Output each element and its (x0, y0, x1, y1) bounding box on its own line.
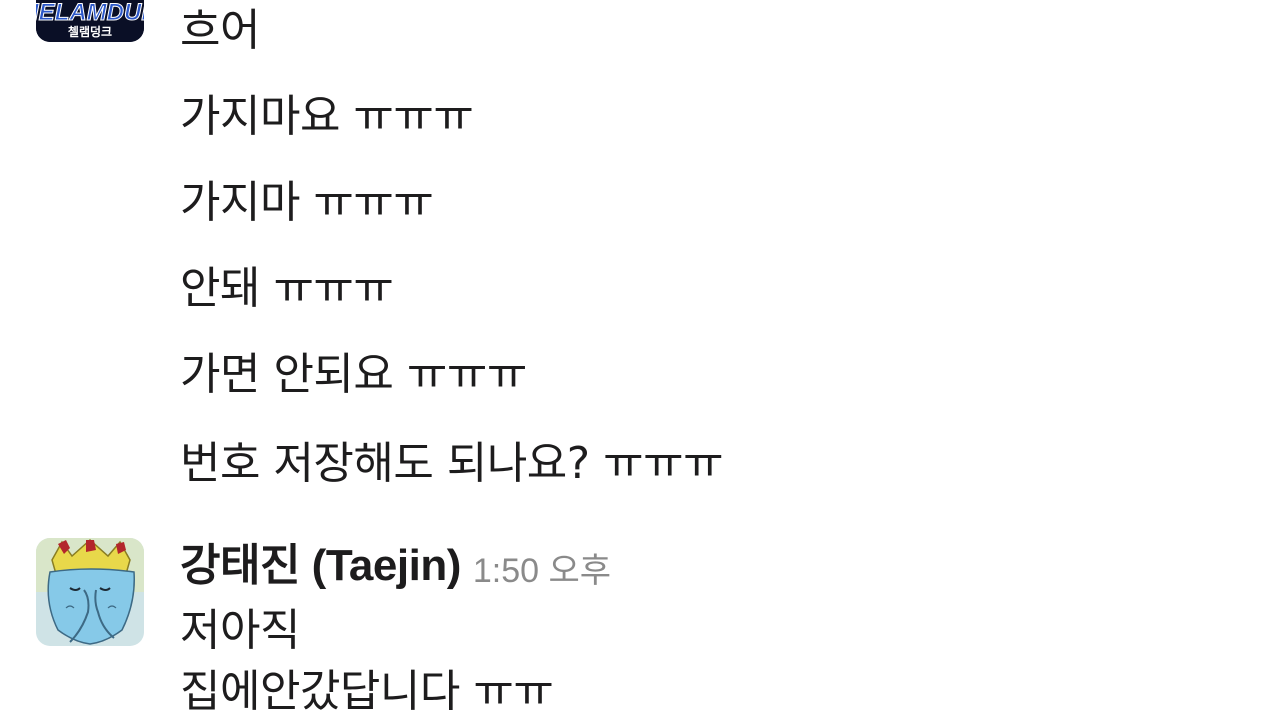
ice-king-avatar-icon (36, 538, 144, 646)
message-text: 가지마요 ㅠㅠㅠ (180, 91, 474, 142)
avatar-logo-text: CHELAMDUNK (36, 0, 144, 26)
message-text: 가면 안되요 ㅠㅠㅠ (180, 349, 527, 400)
avatar[interactable] (36, 538, 144, 646)
avatar-logo-subtext: 첼램덩크 (68, 24, 112, 39)
message-text: 가지마 ㅠㅠㅠ (180, 177, 434, 228)
message-header: 강태진 (Taejin) 1:50 오후 (180, 536, 611, 596)
avatar[interactable]: CHELAMDUNK 첼램덩크 (36, 0, 144, 42)
message-text: 번호 저장해도 되나요? ㅠㅠㅠ (180, 438, 724, 489)
sender-name[interactable]: 강태진 (Taejin) (180, 541, 461, 590)
message-text: 흐어 (180, 5, 260, 56)
message-timestamp[interactable]: 1:50 오후 (473, 552, 611, 590)
chelamdunk-logo-icon: CHELAMDUNK 첼램덩크 (36, 0, 144, 42)
message-text: 안돼 ㅠㅠㅠ (180, 263, 394, 314)
message-text: 집에안갔답니다 ㅠㅠ (180, 666, 554, 717)
message-text: 저아직 (180, 605, 300, 656)
